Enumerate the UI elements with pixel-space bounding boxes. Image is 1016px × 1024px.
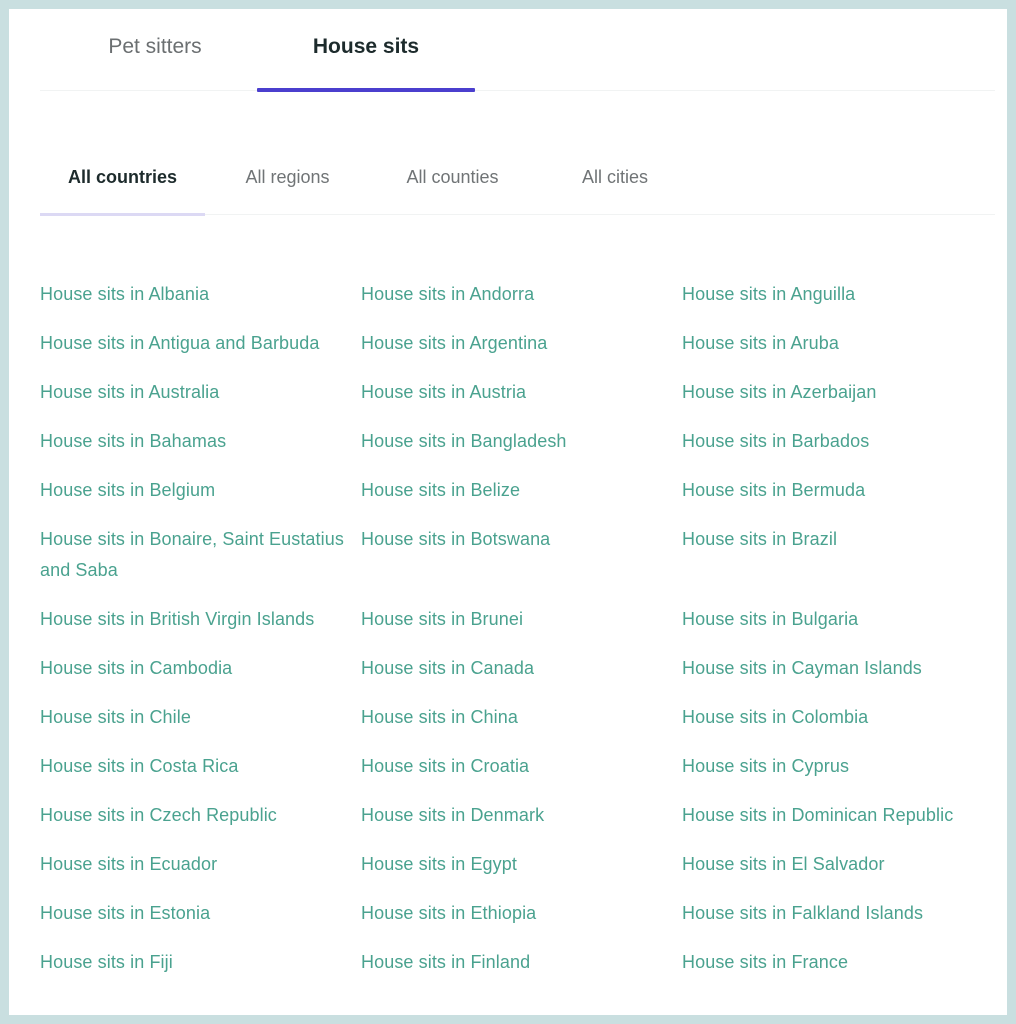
country-link[interactable]: House sits in Argentina xyxy=(361,328,682,359)
country-link[interactable]: House sits in Albania xyxy=(40,279,361,310)
country-links-grid: House sits in Albania House sits in Andor… xyxy=(40,279,1000,978)
country-link[interactable]: House sits in Fiji xyxy=(40,947,361,978)
country-link[interactable]: House sits in Costa Rica xyxy=(40,751,361,782)
country-link[interactable]: House sits in Aruba xyxy=(682,328,1000,359)
country-link[interactable]: House sits in Antigua and Barbuda xyxy=(40,328,361,359)
country-link[interactable]: House sits in Falkland Islands xyxy=(682,898,1000,929)
country-link[interactable]: House sits in Barbados xyxy=(682,426,1000,457)
country-link[interactable]: House sits in Czech Republic xyxy=(40,800,361,831)
country-link[interactable]: House sits in Bulgaria xyxy=(682,604,1000,635)
country-link[interactable]: House sits in Bangladesh xyxy=(361,426,682,457)
country-link[interactable]: House sits in Colombia xyxy=(682,702,1000,733)
country-link[interactable]: House sits in Chile xyxy=(40,702,361,733)
country-link[interactable]: House sits in Andorra xyxy=(361,279,682,310)
country-link[interactable]: House sits in Denmark xyxy=(361,800,682,831)
country-link[interactable]: House sits in Dominican Republic xyxy=(682,800,1000,831)
tab-pet-sitters[interactable]: Pet sitters xyxy=(60,35,250,91)
country-link[interactable]: House sits in Cayman Islands xyxy=(682,653,1000,684)
country-link[interactable]: House sits in Cambodia xyxy=(40,653,361,684)
location-tab-bar: All countries All regions All counties A… xyxy=(40,159,995,216)
country-link[interactable]: House sits in Cyprus xyxy=(682,751,1000,782)
tab-all-counties[interactable]: All counties xyxy=(390,167,515,215)
country-link[interactable]: House sits in Azerbaijan xyxy=(682,377,1000,408)
country-link[interactable]: House sits in Australia xyxy=(40,377,361,408)
country-link[interactable]: House sits in Estonia xyxy=(40,898,361,929)
country-link[interactable]: House sits in China xyxy=(361,702,682,733)
tab-all-countries[interactable]: All countries xyxy=(40,167,205,216)
country-link[interactable]: House sits in Ecuador xyxy=(40,849,361,880)
country-link[interactable]: House sits in Bermuda xyxy=(682,475,1000,506)
country-link[interactable]: House sits in El Salvador xyxy=(682,849,1000,880)
country-link[interactable]: House sits in Brazil xyxy=(682,524,1000,586)
tab-all-regions[interactable]: All regions xyxy=(230,167,345,215)
country-link[interactable]: House sits in Finland xyxy=(361,947,682,978)
content-card: Pet sitters House sits All countries All… xyxy=(9,9,1007,1015)
tab-all-cities[interactable]: All cities xyxy=(570,167,660,215)
country-link[interactable]: House sits in Botswana xyxy=(361,524,682,586)
country-link[interactable]: House sits in Bonaire, Saint Eustatius a… xyxy=(40,524,361,586)
top-tab-bar: Pet sitters House sits xyxy=(40,9,995,92)
country-link[interactable]: House sits in Egypt xyxy=(361,849,682,880)
country-link[interactable]: House sits in Ethiopia xyxy=(361,898,682,929)
country-link[interactable]: House sits in France xyxy=(682,947,1000,978)
country-link[interactable]: House sits in Belgium xyxy=(40,475,361,506)
country-link[interactable]: House sits in Canada xyxy=(361,653,682,684)
country-link[interactable]: House sits in Brunei xyxy=(361,604,682,635)
country-link[interactable]: House sits in Austria xyxy=(361,377,682,408)
country-link[interactable]: House sits in Anguilla xyxy=(682,279,1000,310)
country-link[interactable]: House sits in Croatia xyxy=(361,751,682,782)
country-link[interactable]: House sits in Belize xyxy=(361,475,682,506)
country-link[interactable]: House sits in British Virgin Islands xyxy=(40,604,361,635)
country-link[interactable]: House sits in Bahamas xyxy=(40,426,361,457)
tab-house-sits[interactable]: House sits xyxy=(257,35,475,92)
